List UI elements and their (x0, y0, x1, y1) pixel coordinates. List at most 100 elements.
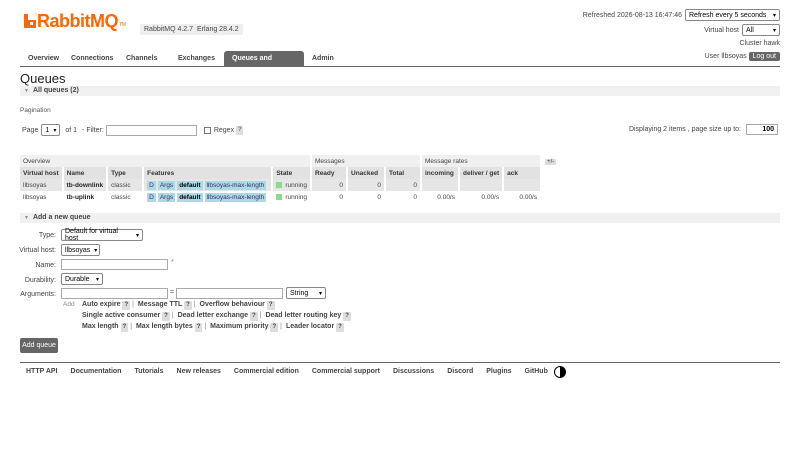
help-button[interactable]: ? (266, 301, 275, 310)
help-button[interactable]: ? (336, 323, 344, 332)
arg-dead-letter-routing-key[interactable]: Dead letter routing key (265, 312, 341, 319)
argument-value-input[interactable] (176, 288, 283, 299)
help-button[interactable]: ? (184, 301, 192, 310)
argument-key-input[interactable] (61, 288, 168, 299)
feature-policy-default[interactable]: default (177, 192, 203, 202)
queue-vhost-select[interactable]: llbsoyas ▾ (61, 244, 100, 256)
regex-help-button[interactable]: ? (236, 125, 244, 135)
footer-link-documentation[interactable]: Documentation (71, 368, 122, 375)
tab-queues-and-streams[interactable]: Queues and Streams (224, 51, 304, 78)
table-row[interactable]: llbsoyas tb-downlink classic D Args defaul… (20, 179, 562, 191)
queue-name-input[interactable] (61, 259, 168, 270)
name-label: Name: (35, 262, 56, 269)
col-unacked[interactable]: Unacked (347, 167, 386, 179)
footer-link-commercial-support[interactable]: Commercial support (312, 368, 380, 375)
col-incoming[interactable]: incoming (421, 167, 460, 179)
arg-message-ttl[interactable]: Message TTL (138, 301, 182, 308)
col-total[interactable]: Total (385, 167, 422, 179)
row-ready: 0 (311, 191, 348, 203)
durability-value: Durable (65, 275, 90, 283)
footer-link-plugins[interactable]: Plugins (486, 368, 511, 375)
feature-policy[interactable]: llbsoyas-max-length (204, 192, 267, 202)
feature-durable: D (147, 192, 156, 202)
tab-overview[interactable]: Overview (20, 51, 63, 67)
chevron-down-icon: ▾ (53, 127, 57, 134)
column-toggle-button[interactable]: +/- (545, 158, 557, 165)
footer-link-new-releases[interactable]: New releases (177, 368, 221, 375)
row-total: 0 (385, 191, 422, 203)
footer-link-http-api[interactable]: HTTP API (26, 368, 58, 375)
row-state: running (272, 191, 312, 203)
add-queue-button[interactable]: Add queue (20, 338, 58, 353)
logo-text: RabbitMQ (37, 11, 119, 31)
arg-single-active-consumer[interactable]: Single active consumer (82, 312, 160, 319)
footer-link-commercial-edition[interactable]: Commercial edition (234, 368, 299, 375)
argument-shortcuts-row2: Single active consumer ? | Dead letter ex… (82, 312, 351, 321)
running-status-icon (276, 181, 283, 188)
row-type: classic (107, 179, 145, 191)
erlang-version: Erlang 28.4.2 (193, 24, 243, 35)
page-select[interactable]: 1 ▾ (41, 124, 61, 136)
arg-max-length[interactable]: Max length (82, 323, 119, 330)
row-queue-link[interactable]: tb-uplink (62, 191, 109, 203)
feature-policy-default[interactable]: default (177, 180, 203, 190)
argument-type-select[interactable]: String ▾ (286, 287, 326, 299)
tab-connections[interactable]: Connections (63, 51, 118, 67)
tab-exchanges[interactable]: Exchanges (170, 51, 224, 67)
theme-toggle-icon[interactable] (553, 365, 566, 378)
help-button[interactable]: ? (162, 312, 170, 321)
help-button[interactable]: ? (194, 323, 203, 332)
col-features[interactable]: Features (143, 167, 274, 179)
add-argument-label: Add (63, 301, 75, 308)
col-ack[interactable]: ack (503, 167, 543, 179)
help-button[interactable]: ? (249, 312, 258, 321)
vhost-select[interactable]: All ▾ (742, 24, 780, 36)
durability-label: Durability: (24, 277, 56, 284)
col-virtual-host[interactable]: Virtual host (20, 167, 64, 179)
queue-type-select[interactable]: Default for virtual host ▾ (61, 228, 143, 242)
help-button[interactable]: ? (120, 323, 129, 332)
tab-channels[interactable]: Channels (118, 51, 170, 67)
row-state: running (272, 179, 312, 191)
collapse-triangle-icon: ▼ (24, 215, 29, 221)
col-name[interactable]: Name (62, 167, 109, 179)
arg-maximum-priority[interactable]: Maximum priority (210, 323, 268, 330)
displaying-label: Displaying 2 items , page size up to: (628, 126, 741, 133)
row-queue-link[interactable]: tb-downlink (62, 179, 109, 191)
footer-link-tutorials[interactable]: Tutorials (134, 368, 163, 375)
add-queue-toggle[interactable]: ▼ Add a new queue (20, 213, 780, 223)
rabbitmq-logo[interactable]: RabbitMQ TM (24, 12, 126, 30)
add-queue-title: Add a new queue (32, 214, 91, 221)
arg-auto-expire[interactable]: Auto expire (82, 301, 121, 308)
durability-select[interactable]: Durable ▾ (61, 273, 103, 285)
arg-overflow-behaviour[interactable]: Overflow behaviour (200, 301, 265, 308)
page-of: of 1 (65, 126, 78, 134)
regex-checkbox[interactable] (203, 126, 211, 134)
help-button[interactable]: ? (343, 312, 351, 321)
chevron-down-icon: ▾ (94, 247, 98, 254)
refresh-interval-select[interactable]: Refresh every 5 seconds ▾ (685, 9, 780, 21)
footer-link-github[interactable]: GitHub (525, 368, 548, 375)
footer-link-discord[interactable]: Discord (447, 368, 473, 375)
filter-input[interactable] (105, 124, 197, 136)
queues-table: Overview Messages Message rates +/- Virt… (20, 155, 562, 203)
page-size-input[interactable]: 100 (746, 124, 778, 135)
page-title: Queues (20, 71, 66, 86)
arg-dead-letter-exchange[interactable]: Dead letter exchange (178, 312, 248, 319)
equals-sign: = (170, 289, 175, 296)
arg-max-length-bytes[interactable]: Max length bytes (136, 323, 193, 330)
arg-leader-locator[interactable]: Leader locator (286, 323, 334, 330)
cluster-name: Cluster hawk (739, 39, 780, 47)
tab-admin[interactable]: Admin (304, 51, 344, 67)
help-button[interactable]: ? (270, 323, 279, 332)
col-ready[interactable]: Ready (311, 167, 348, 179)
row-state-label: running (285, 181, 307, 189)
table-row[interactable]: llbsoyas tb-uplink classic D Args default l… (20, 191, 562, 203)
col-type[interactable]: Type (107, 167, 145, 179)
col-state[interactable]: State (272, 167, 312, 179)
feature-policy[interactable]: llbsoyas-max-length (204, 180, 267, 190)
help-button[interactable]: ? (122, 301, 131, 310)
footer-link-discussions[interactable]: Discussions (393, 368, 434, 375)
all-queues-toggle[interactable]: ▼ All queues (2) (20, 86, 780, 96)
col-deliver-get[interactable]: deliver / get (459, 167, 505, 179)
